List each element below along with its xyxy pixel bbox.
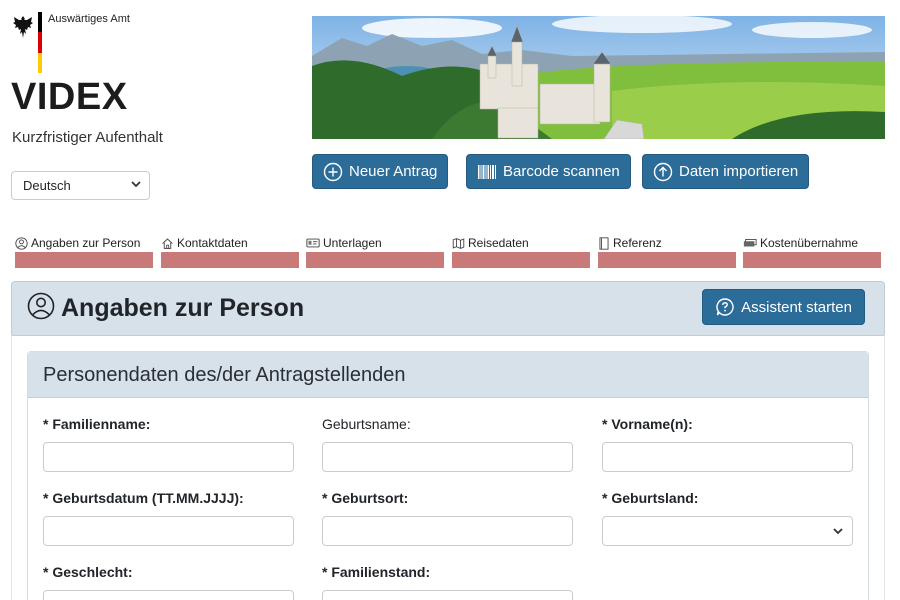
- person-circle-icon: [15, 236, 28, 250]
- chevron-down-icon: [833, 528, 843, 535]
- person-circle-icon: [27, 292, 55, 320]
- first-names-input[interactable]: [602, 442, 853, 472]
- card-title: Personendaten des/der Antragstellenden: [28, 352, 868, 398]
- barcode-icon: [478, 164, 496, 179]
- section-header: Angaben zur Person Assistent starten: [11, 281, 885, 336]
- first-names-label: * Vorname(n):: [602, 416, 693, 432]
- step-progress-bar: [306, 252, 444, 268]
- upload-circle-icon: [653, 162, 673, 181]
- step-label: Kostenübernahme: [760, 236, 859, 250]
- step-label: Kontaktdaten: [177, 236, 248, 250]
- id-card-icon: [306, 238, 320, 248]
- surname-label: * Familienname:: [43, 416, 151, 432]
- step-label: Referenz: [613, 236, 662, 250]
- personal-data-card: Personendaten des/der Antragstellenden: [27, 351, 869, 600]
- import-data-label: Daten importieren: [679, 163, 799, 180]
- plus-circle-icon: [323, 162, 343, 181]
- section-title: Angaben zur Person: [61, 294, 305, 322]
- start-assistant-label: Assistent starten: [741, 298, 852, 316]
- step-progress-bar: [161, 252, 299, 268]
- chat-help-icon: [716, 298, 734, 316]
- flag-stripe: [38, 12, 42, 73]
- step-documents[interactable]: Unterlagen: [306, 235, 444, 268]
- birth-name-input[interactable]: [322, 442, 573, 472]
- birth-place-label: * Geburtsort:: [322, 490, 409, 506]
- step-cost-coverage[interactable]: Kostenübernahme: [743, 235, 881, 268]
- step-contact-data[interactable]: Kontaktdaten: [161, 235, 299, 268]
- new-application-label: Neuer Antrag: [349, 163, 438, 180]
- gender-label: * Geschlecht:: [43, 564, 133, 580]
- step-progress-bar: [452, 252, 590, 268]
- app-title: VIDEX: [11, 76, 128, 118]
- step-progress-bar: [15, 252, 153, 268]
- birth-name-label: Geburtsname:: [322, 416, 411, 432]
- scan-barcode-label: Barcode scannen: [503, 163, 620, 180]
- import-data-button[interactable]: Daten importieren: [642, 154, 810, 189]
- step-label: Angaben zur Person: [31, 236, 141, 250]
- document-icon: [599, 236, 609, 250]
- scan-barcode-button[interactable]: Barcode scannen: [466, 154, 631, 189]
- chevron-down-icon: [131, 181, 141, 188]
- map-icon: [452, 237, 465, 249]
- birth-date-label: * Geburtsdatum (TT.MM.JJJJ):: [43, 490, 244, 506]
- step-label: Unterlagen: [323, 236, 382, 250]
- birth-country-select[interactable]: [602, 516, 853, 546]
- marital-status-label: * Familienstand:: [322, 564, 431, 580]
- step-personal-data[interactable]: Angaben zur Person: [15, 235, 153, 268]
- house-icon: [162, 237, 173, 249]
- federal-eagle-icon: [13, 16, 33, 38]
- step-progress-bar: [598, 252, 736, 268]
- birth-country-label: * Geburtsland:: [602, 490, 699, 506]
- marital-status-input[interactable]: [322, 590, 573, 600]
- surname-input[interactable]: [43, 442, 294, 472]
- step-progress-bar: [743, 252, 881, 268]
- ministry-logo: Auswärtiges Amt: [12, 12, 152, 74]
- step-label: Reisedaten: [468, 236, 529, 250]
- ministry-name: Auswärtiges Amt: [48, 13, 130, 25]
- step-reference[interactable]: Referenz: [598, 235, 736, 268]
- birth-place-input[interactable]: [322, 516, 573, 546]
- birth-date-input[interactable]: [43, 516, 294, 546]
- money-icon: [743, 239, 757, 247]
- banner-image: [312, 16, 885, 139]
- step-travel-data[interactable]: Reisedaten: [452, 235, 590, 268]
- gender-input[interactable]: [43, 590, 294, 600]
- language-selected-value: Deutsch: [23, 178, 71, 193]
- app-subtitle: Kurzfristiger Aufenthalt: [12, 129, 163, 146]
- new-application-button[interactable]: Neuer Antrag: [312, 154, 449, 189]
- start-assistant-button[interactable]: Assistent starten: [702, 289, 865, 325]
- language-select[interactable]: Deutsch: [11, 171, 150, 200]
